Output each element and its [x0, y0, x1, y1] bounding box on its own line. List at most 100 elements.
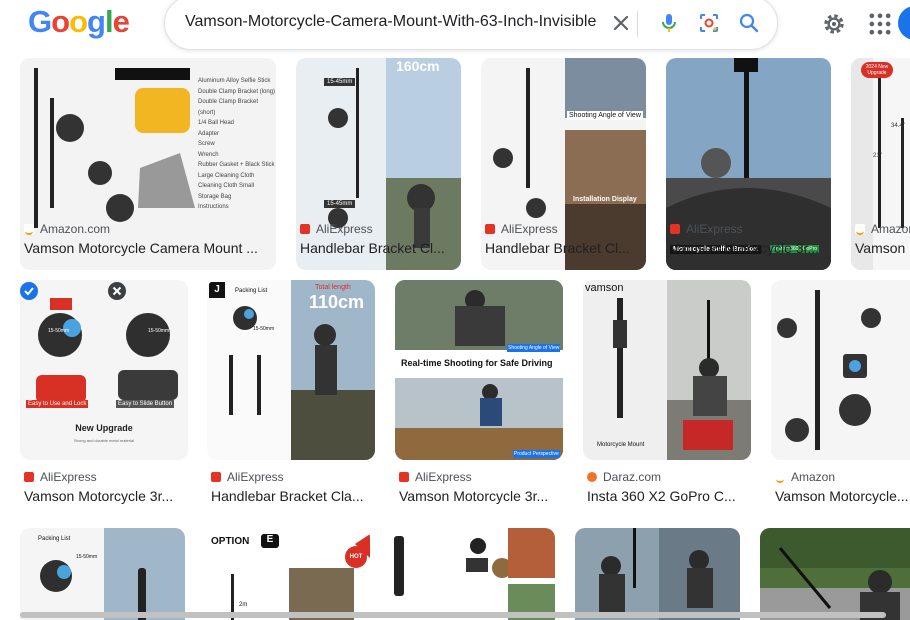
result-title[interactable]: Insta 360 X2 GoPro C...	[587, 488, 751, 504]
thumb-label: Screw	[198, 141, 215, 147]
result-card[interactable]: J Packing List Total length 110cm 15-50m…	[207, 280, 377, 512]
aliexpress-favicon-icon	[485, 224, 495, 234]
result-thumbnail[interactable]: Aluminum Alloy Selfie Stick Double Clamp…	[20, 58, 276, 270]
result-thumbnail[interactable]: 160cm 15-45mm 15-45mm	[296, 58, 461, 270]
result-thumbnail[interactable]	[575, 528, 740, 620]
result-source[interactable]: AliExpress	[300, 222, 373, 236]
thumb-label: Installation Display	[573, 196, 637, 203]
logo-letter: o	[51, 4, 70, 39]
thumb-label: 15-45mm	[324, 200, 356, 208]
thumb-label: 15-50mm	[253, 326, 275, 332]
result-source[interactable]: Amazon	[775, 470, 835, 484]
result-source-name: Amazon.com	[40, 222, 111, 236]
search-input[interactable]: Vamson-Motorcycle-Camera-Mount-With-63-I…	[185, 13, 605, 31]
result-thumbnail[interactable]: 2024 New Upgrade 34.4" 21"	[851, 58, 910, 270]
result-card[interactable]	[760, 528, 910, 620]
camera-lens-icon[interactable]	[697, 11, 721, 35]
result-card[interactable]: Packing List 15-50mm	[20, 528, 186, 620]
thumb-label: 1/4 Ball Head	[198, 120, 235, 126]
microphone-icon[interactable]	[657, 11, 681, 35]
result-thumbnail[interactable]: Packing List 15-50mm	[20, 528, 185, 620]
amazon-favicon-icon	[775, 472, 785, 483]
thumb-label: OPTION	[211, 536, 250, 547]
result-thumbnail[interactable]: Shooting Angle of View Installation Disp…	[481, 58, 646, 270]
result-source[interactable]: Amazon.com	[24, 222, 110, 236]
result-thumbnail[interactable]	[771, 280, 910, 460]
result-thumbnail[interactable]: vamson Motorcycle Mount	[583, 280, 751, 460]
avatar[interactable]	[898, 6, 910, 40]
thumb-label: Rubber Gasket + Black Stick	[198, 162, 275, 168]
thumb-label: Strong and durable metal material	[73, 438, 135, 443]
thumb-label: Motorcycle Mount	[597, 442, 645, 448]
apps-grid-icon[interactable]	[866, 10, 894, 38]
search-divider	[637, 11, 638, 37]
result-thumbnail[interactable]	[760, 528, 910, 620]
result-thumbnail[interactable]: Shooting Angle of View Real-time Shootin…	[395, 280, 563, 460]
logo-letter: l	[104, 4, 114, 39]
result-title[interactable]: Vamson Motorcycle 3r...	[399, 488, 563, 504]
amazon-favicon-icon	[855, 224, 865, 235]
result-source-name: AliExpress	[686, 222, 743, 236]
result-source[interactable]: AliExpress	[24, 470, 97, 484]
search-box[interactable]: Vamson-Motorcycle-Camera-Mount-With-63-I…	[164, 0, 778, 50]
thumb-label: Double Clamp Bracket (long)	[198, 88, 276, 95]
selected-check-icon[interactable]	[20, 282, 38, 300]
aliexpress-favicon-icon	[399, 472, 409, 482]
result-title[interactable]: Handlebar Bracket Cla...	[211, 488, 375, 504]
thumb-label: 34.4"	[891, 123, 905, 129]
gear-icon[interactable]	[820, 10, 848, 38]
result-source-name: Amazon	[871, 222, 910, 236]
logo-letter: e	[112, 4, 130, 39]
result-title[interactable]: Vamson Motorcycle 3r...	[24, 488, 188, 504]
thumb-label: 160cm	[396, 58, 440, 74]
image-results-grid: Aluminum Alloy Selfie Stick Double Clamp…	[0, 58, 910, 620]
thumb-label: 2024 New Upgrade	[861, 62, 893, 78]
result-thumbnail[interactable]: 15-50mm 15-50mm Easy to Use and Lock Eas…	[20, 280, 188, 460]
result-title[interactable]: Vamson Motorcycle Camera Mount ...	[24, 240, 274, 256]
result-source-name: AliExpress	[501, 222, 558, 236]
result-card[interactable]: Amazon Vamson Motorcycle...	[771, 280, 910, 512]
result-thumbnail[interactable]: Motorcycle Selfie Bracket for Insta360 /…	[666, 58, 831, 270]
result-title[interactable]: Vamson Motorcycle 3r...	[670, 240, 830, 256]
result-source[interactable]: Daraz.com	[587, 470, 661, 484]
result-source[interactable]: AliExpress	[399, 470, 472, 484]
result-card[interactable]: OPTION E HOT 2m	[205, 528, 371, 620]
thumb-label: Real-time Shooting for Safe Driving	[401, 358, 553, 368]
aliexpress-favicon-icon	[300, 224, 310, 234]
thumb-label: 15-50mm	[76, 554, 98, 560]
close-icon[interactable]	[609, 11, 633, 35]
thumb-label: Easy to Slide Button	[116, 400, 175, 408]
result-title[interactable]: Handlebar Bracket Cl...	[300, 240, 460, 256]
result-title[interactable]: Handlebar Bracket Cl...	[485, 240, 645, 256]
result-thumbnail[interactable]: OPTION E HOT 2m	[205, 528, 370, 620]
thumb-label: 15-50mm	[148, 328, 170, 334]
result-card[interactable]	[575, 528, 741, 620]
result-card[interactable]	[390, 528, 556, 620]
result-title[interactable]: Vamson	[855, 240, 910, 256]
search-icon[interactable]	[737, 11, 761, 35]
horizontal-scrollbar[interactable]	[20, 612, 886, 618]
daraz-favicon-icon	[587, 472, 597, 482]
result-source[interactable]: AliExpress	[670, 222, 743, 236]
result-card[interactable]: 15-50mm 15-50mm Easy to Use and Lock Eas…	[20, 280, 190, 512]
thumb-label: vamson	[585, 282, 624, 294]
result-source[interactable]: AliExpress	[485, 222, 558, 236]
result-title[interactable]: Vamson Motorcycle...	[775, 488, 909, 504]
thumb-label: Packing List	[235, 288, 268, 294]
thumb-label: 21"	[873, 153, 882, 159]
result-source[interactable]: Amazon	[855, 222, 910, 236]
logo-letter: G	[28, 4, 52, 39]
result-card[interactable]: vamson Motorcycle Mount Daraz.com Insta …	[583, 280, 753, 512]
thumb-label: Total length	[315, 284, 351, 291]
thumb-label: Aluminum Alloy Selfie Stick	[198, 78, 271, 84]
result-card[interactable]: Shooting Angle of View Real-time Shootin…	[395, 280, 565, 512]
thumb-label: Packing List	[38, 536, 71, 542]
google-logo[interactable]: Google	[28, 4, 130, 40]
thumb-label: Product Perspective	[513, 450, 560, 458]
thumb-label: Shooting Angle of View	[567, 111, 643, 120]
result-source-name: Daraz.com	[603, 470, 662, 484]
close-icon[interactable]	[108, 282, 126, 300]
result-thumbnail[interactable]	[390, 528, 555, 620]
result-source[interactable]: AliExpress	[211, 470, 284, 484]
result-thumbnail[interactable]: J Packing List Total length 110cm 15-50m…	[207, 280, 375, 460]
